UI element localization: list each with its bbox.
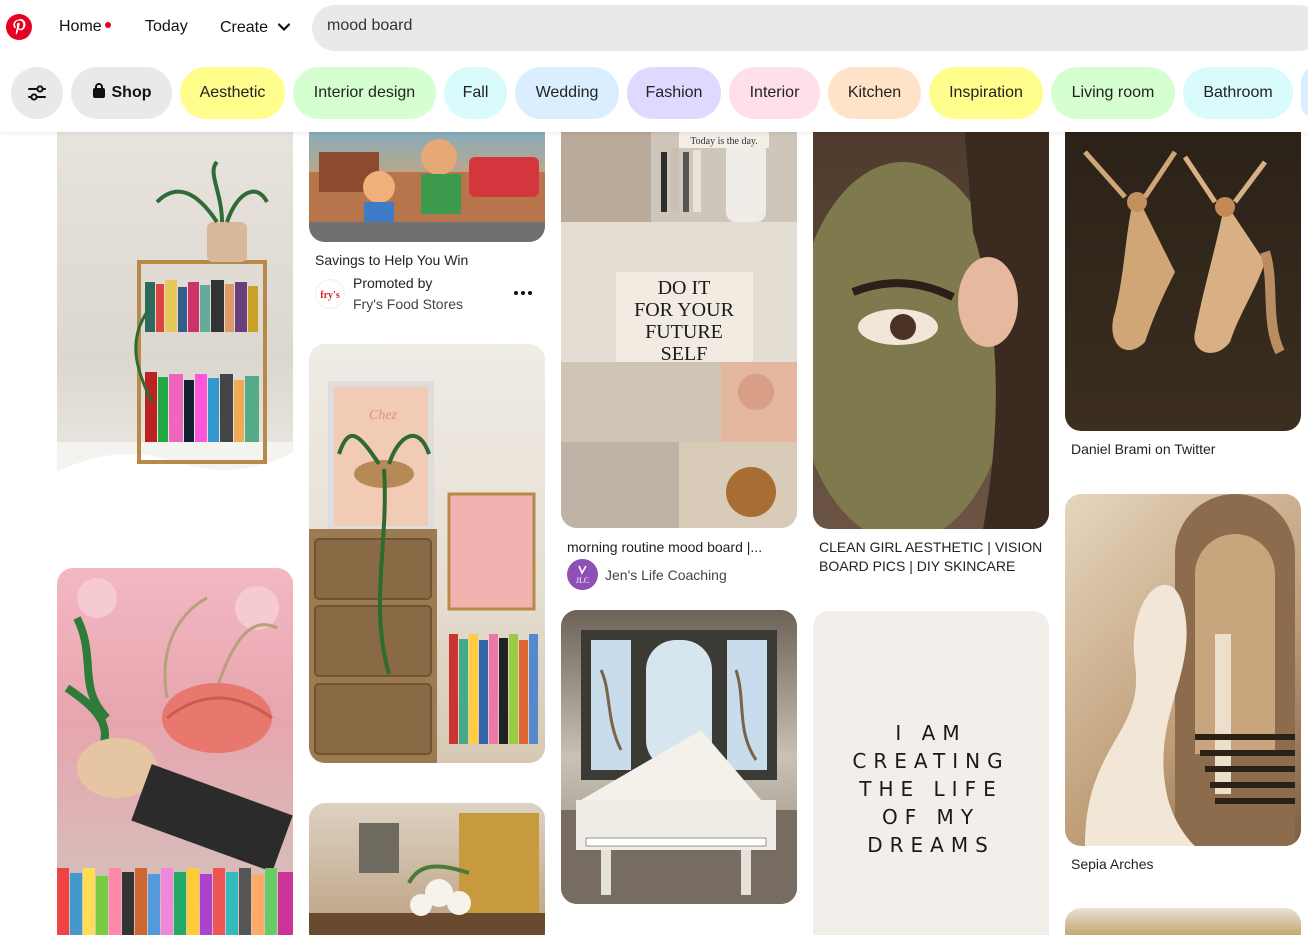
svg-text:SELF: SELF xyxy=(661,343,708,365)
svg-text:FOR YOUR: FOR YOUR xyxy=(634,299,734,321)
chip-label: Fashion xyxy=(645,84,703,101)
affirmation-text: I AM CREATING THE LIFE OF MY DREAMS xyxy=(813,719,1049,859)
pin-flowers-mirror[interactable] xyxy=(309,803,545,935)
chip-label: Wedding xyxy=(535,84,599,101)
pin-title-savings[interactable]: Savings to Help You Win xyxy=(315,251,468,270)
chip-label: Living room xyxy=(1071,84,1155,101)
pin-sepia-arches[interactable] xyxy=(1065,494,1301,846)
promoter-name[interactable]: Fry's Food Stores xyxy=(353,296,463,312)
chip-label: Fall xyxy=(462,84,489,101)
pin-title-dancers[interactable]: Daniel Brami on Twitter xyxy=(1071,440,1215,459)
pinterest-logo-icon[interactable] xyxy=(6,14,32,40)
notification-dot xyxy=(104,22,111,28)
pin-affirmation-quote[interactable]: I AM CREATING THE LIFE OF MY DREAMS xyxy=(813,611,1049,935)
flowers-mirror-image xyxy=(309,813,545,935)
piano-window-image xyxy=(561,630,797,904)
chip-bathroom[interactable]: Bathroom xyxy=(1183,67,1293,119)
nav-home[interactable]: Home xyxy=(59,18,111,36)
pin-bookshelf-plant[interactable] xyxy=(57,112,293,528)
dancers-image xyxy=(1083,150,1285,355)
nav-create-label: Create xyxy=(220,19,269,36)
chip-kitchen[interactable]: Kitchen xyxy=(828,67,921,119)
chip-overflow[interactable] xyxy=(1301,67,1308,119)
search-bar[interactable] xyxy=(312,5,1308,51)
quote-line: OF MY xyxy=(881,805,981,829)
chip-label: Kitchen xyxy=(847,84,902,101)
quote-line: THE LIFE xyxy=(859,777,1003,801)
svg-text:Chez: Chez xyxy=(369,408,398,423)
pin-title-clean-girl-line1[interactable]: CLEAN GIRL AESTHETIC | VISION xyxy=(819,538,1042,557)
wicker-drawers-image: Chez xyxy=(309,381,538,763)
jens-avatar[interactable]: JLC xyxy=(567,559,598,590)
top-nav-bar: Home Today Create xyxy=(0,0,1308,58)
svg-text:DO IT: DO IT xyxy=(658,277,711,299)
chip-fashion[interactable]: Fashion xyxy=(627,67,721,119)
promoted-label: Promoted by xyxy=(353,275,433,291)
chip-label: Interior design xyxy=(313,84,416,101)
pin-wicker-drawers[interactable]: Chez xyxy=(309,344,545,763)
chip-label: Bathroom xyxy=(1203,84,1273,101)
nav-create[interactable]: Create xyxy=(220,18,291,37)
pin-shell-vase[interactable] xyxy=(57,568,293,935)
chip-label: Aesthetic xyxy=(199,84,266,101)
chevron-down-icon xyxy=(278,18,291,36)
chip-interior-design[interactable]: Interior design xyxy=(293,67,436,119)
more-options-icon[interactable] xyxy=(513,283,533,308)
frys-avatar[interactable]: fry's xyxy=(315,279,345,309)
filter-button[interactable] xyxy=(11,67,63,119)
arches-image xyxy=(1085,494,1295,846)
pin-clean-girl[interactable] xyxy=(813,112,1049,529)
svg-text:FUTURE: FUTURE xyxy=(645,321,723,343)
chip-inspiration[interactable]: Inspiration xyxy=(929,67,1043,119)
search-input[interactable] xyxy=(327,17,1227,35)
chip-shop[interactable]: Shop xyxy=(71,67,172,119)
quote-line: I AM xyxy=(895,721,967,745)
chip-fall[interactable]: Fall xyxy=(444,67,507,119)
chip-living-room[interactable]: Living room xyxy=(1051,67,1175,119)
chip-label: Inspiration xyxy=(949,84,1023,101)
svg-text:fry's: fry's xyxy=(320,290,340,301)
bookshelf-image xyxy=(57,160,293,528)
face-mask-image xyxy=(813,112,1049,529)
quote-line: CREATING xyxy=(852,749,1010,773)
chip-shop-label: Shop xyxy=(111,84,152,101)
pin-piano-window[interactable] xyxy=(561,610,797,904)
nav-today[interactable]: Today xyxy=(145,18,188,36)
pin-partial-bottom[interactable] xyxy=(1065,908,1301,935)
nav-today-label: Today xyxy=(145,18,188,35)
quote-line: DREAMS xyxy=(867,833,995,857)
shopping-bag-icon xyxy=(92,83,105,98)
nav-home-label: Home xyxy=(59,18,102,35)
chip-interior[interactable]: Interior xyxy=(729,67,820,119)
pin-author-routine[interactable]: Jen's Life Coaching xyxy=(605,567,727,583)
chip-aesthetic[interactable]: Aesthetic xyxy=(180,67,285,119)
routine-collage-image: Today is the day. DO ITFOR YOURFUTURESEL… xyxy=(561,112,797,528)
filter-sliders-icon xyxy=(28,85,46,101)
pin-title-routine[interactable]: morning routine mood board |... xyxy=(567,538,762,557)
shell-vase-image xyxy=(57,578,293,935)
pin-dancers[interactable] xyxy=(1065,112,1301,431)
filter-chip-row: Shop Aesthetic Interior design Fall Wedd… xyxy=(0,58,1308,132)
svg-text:JLC: JLC xyxy=(576,576,589,585)
pin-morning-routine[interactable]: Today is the day. DO IT FOR YOUR FUTURE SEL… xyxy=(561,112,797,528)
pin-title-clean-girl-line2[interactable]: BOARD PICS | DIY SKINCARE xyxy=(819,557,1015,576)
chip-label: Interior xyxy=(749,84,800,101)
collage-top-text: Today is the day. xyxy=(690,136,758,147)
pin-title-arches[interactable]: Sepia Arches xyxy=(1071,855,1154,874)
chip-wedding[interactable]: Wedding xyxy=(515,67,619,119)
